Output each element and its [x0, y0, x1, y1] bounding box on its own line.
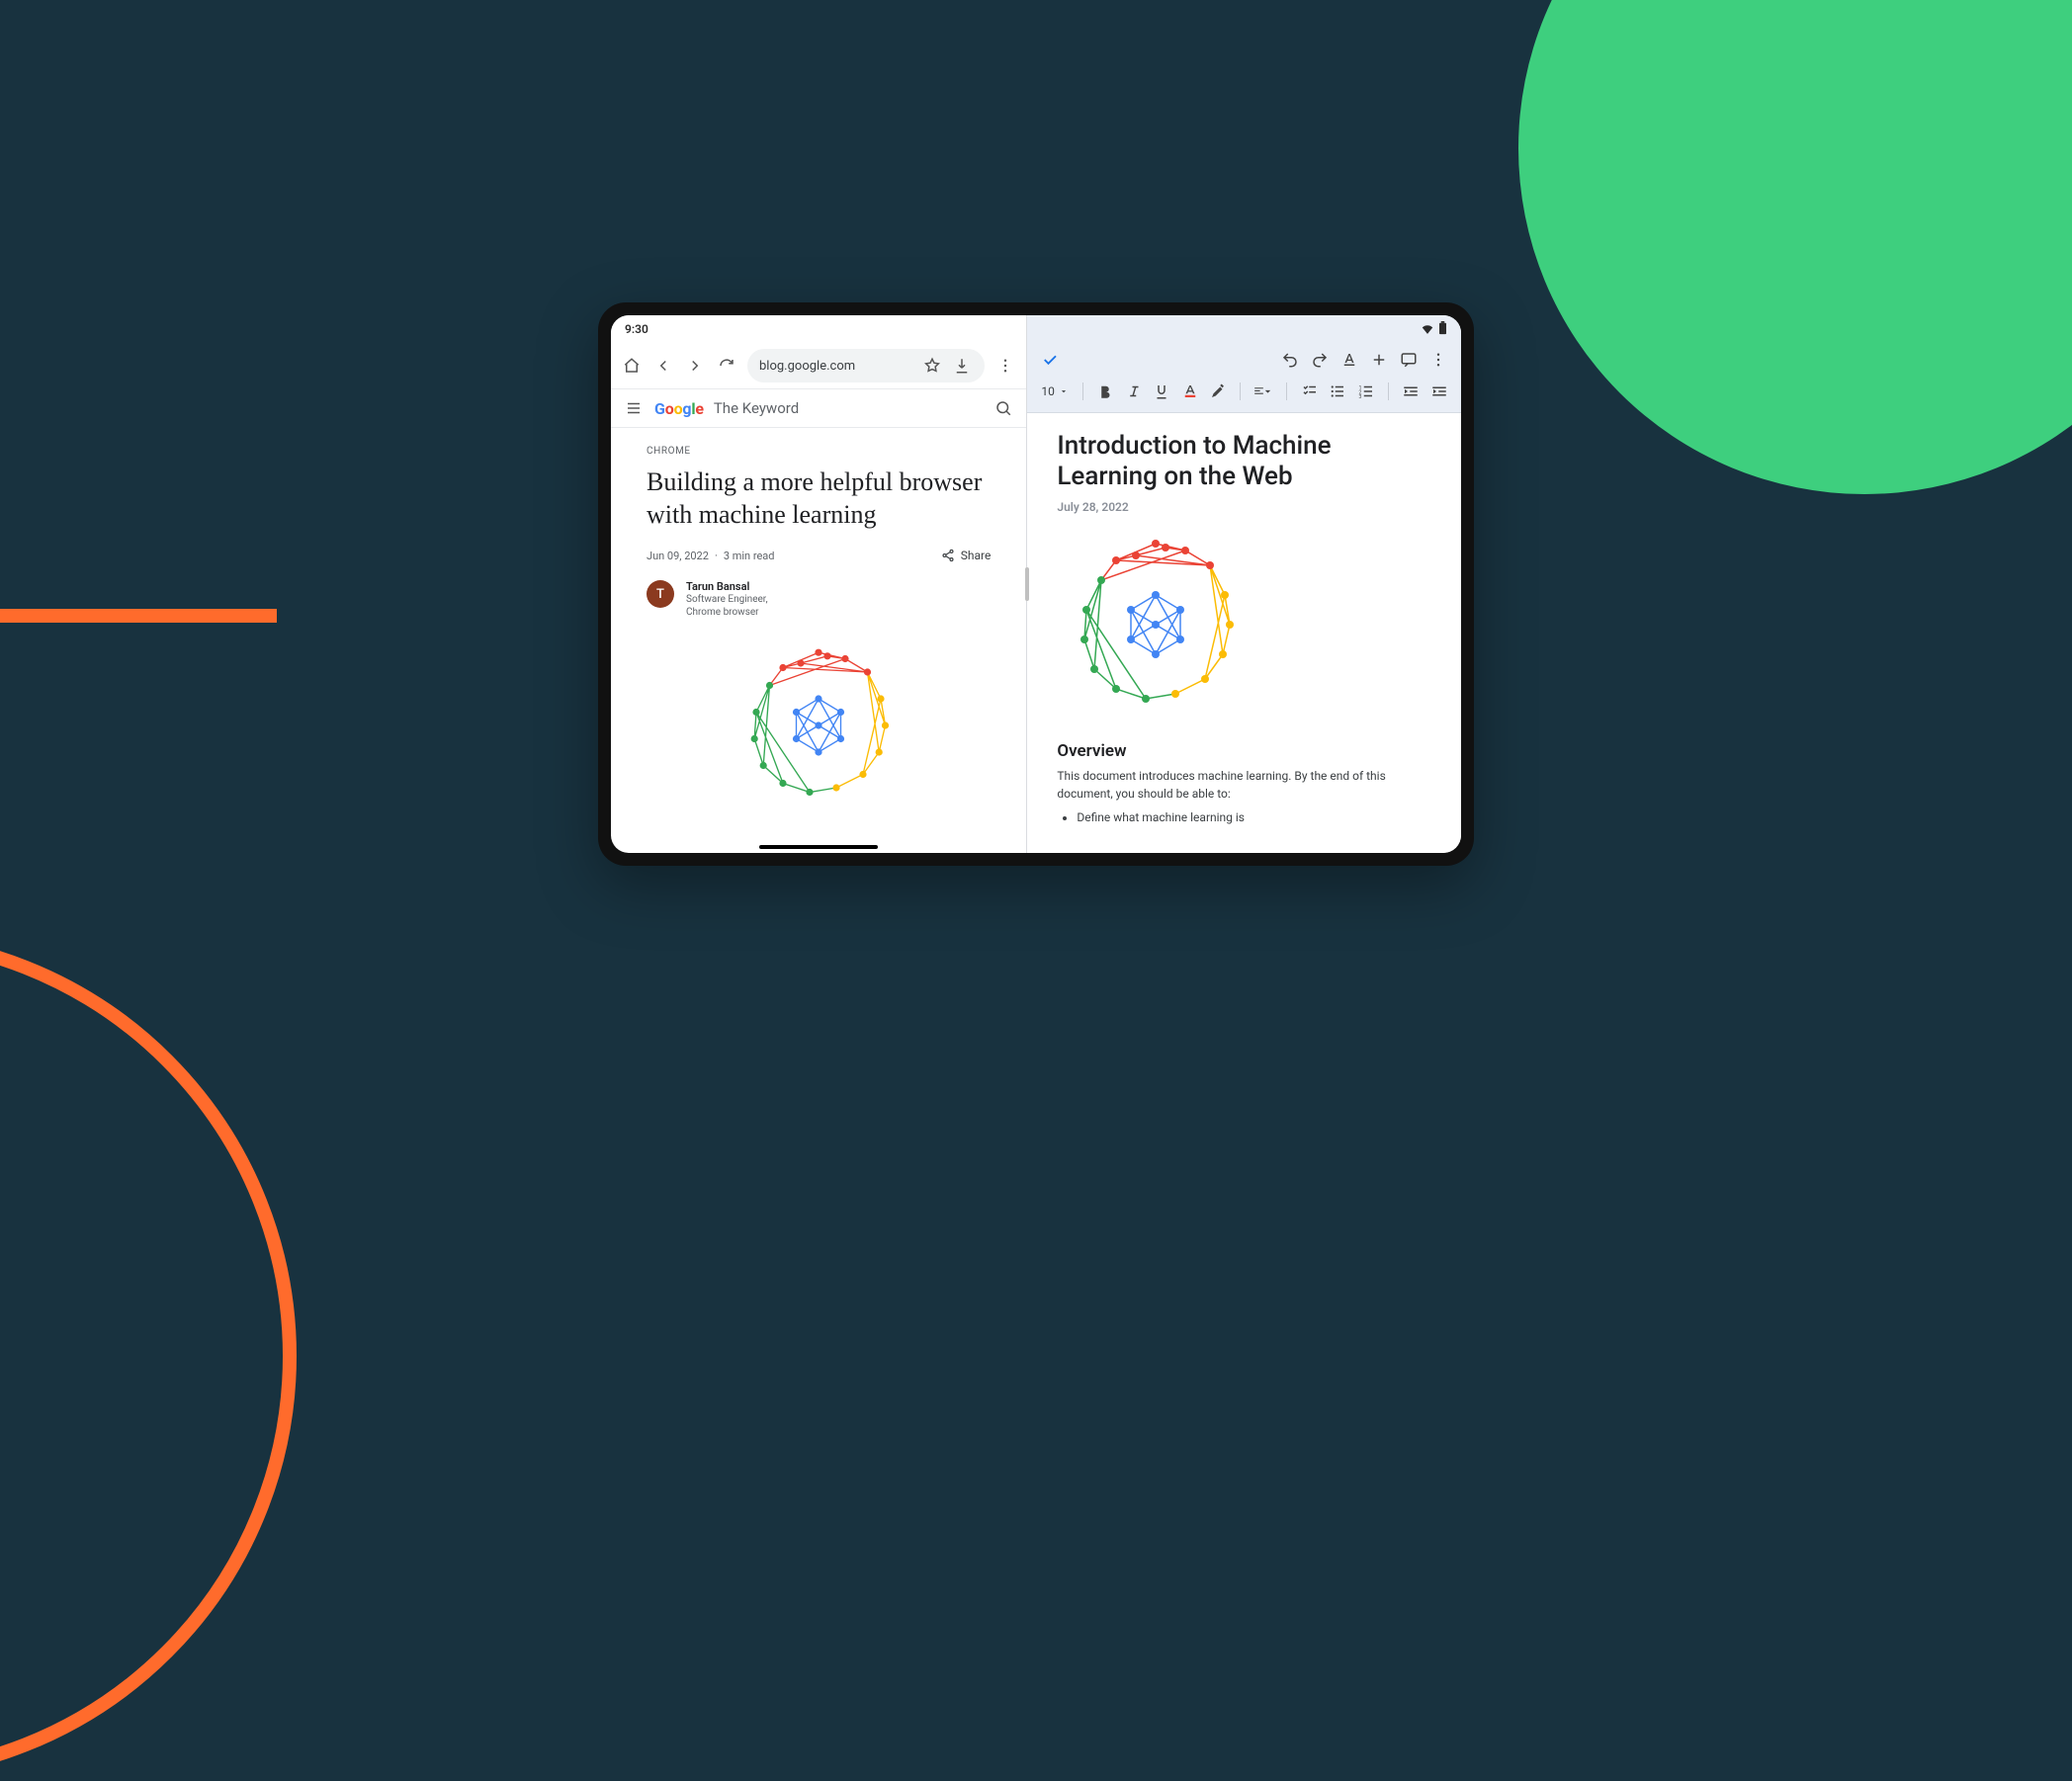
article-date: Jun 09, 2022 [647, 550, 709, 562]
numbered-list-icon[interactable]: 123 [1355, 381, 1376, 402]
doc-bullet-list: Define what machine learning is [1057, 810, 1431, 824]
docs-toolbar-primary [1027, 343, 1461, 377]
wifi-icon [1421, 322, 1434, 337]
author-role: Software Engineer, Chrome browser [686, 593, 805, 619]
bullet-list-icon[interactable] [1328, 381, 1348, 402]
bg-decor-orange-ring [0, 931, 297, 1781]
share-label: Share [961, 549, 992, 562]
doc-title: Introduction to Machine Learning on the … [1057, 431, 1431, 492]
status-bar-right [1027, 315, 1461, 343]
docs-toolbar-formatting: 10 123 [1027, 377, 1461, 413]
menu-icon[interactable] [623, 397, 645, 419]
url-text: blog.google.com [759, 359, 855, 374]
back-icon[interactable] [652, 355, 674, 377]
bg-decor-green-circle [1518, 0, 2072, 494]
svg-text:3: 3 [1358, 394, 1361, 400]
indent-icon[interactable] [1428, 381, 1449, 402]
chrome-toolbar: blog.google.com [611, 343, 1026, 388]
tablet-frame: 9:30 blog.google.com [598, 302, 1474, 866]
bold-icon[interactable] [1095, 381, 1116, 402]
font-size-selector[interactable]: 10 [1039, 384, 1071, 398]
article-meta: Jun 09, 2022 · 3 min read Share [647, 549, 991, 562]
underline-icon[interactable] [1152, 381, 1172, 402]
status-bar-left: 9:30 [611, 315, 1026, 343]
overflow-menu-icon[interactable] [994, 355, 1016, 377]
star-icon[interactable] [921, 355, 943, 377]
doc-date: July 28, 2022 [1057, 500, 1431, 514]
author-block: T Tarun Bansal Software Engineer, Chrome… [647, 580, 991, 619]
article-readtime: 3 min read [724, 550, 775, 562]
italic-icon[interactable] [1123, 381, 1144, 402]
author-name: Tarun Bansal [686, 580, 805, 593]
comment-icon[interactable] [1398, 349, 1420, 371]
text-format-icon[interactable] [1338, 349, 1360, 371]
redo-icon[interactable] [1309, 349, 1331, 371]
split-drag-handle[interactable] [1025, 567, 1029, 601]
pane-docs: 10 123 Introduction to [1027, 315, 1461, 853]
avatar: T [647, 580, 674, 608]
article-category: CHROME [647, 446, 991, 457]
font-size-value: 10 [1041, 384, 1055, 398]
share-button[interactable]: Share [941, 549, 992, 562]
google-logo: Google [654, 399, 704, 418]
battery-icon [1438, 321, 1447, 338]
list-item: Define what machine learning is [1077, 810, 1431, 824]
article-hero-image [647, 636, 991, 814]
status-time: 9:30 [625, 322, 648, 336]
tablet-screen: 9:30 blog.google.com [611, 315, 1461, 853]
reload-icon[interactable] [716, 355, 737, 377]
insert-icon[interactable] [1368, 349, 1390, 371]
pane-chrome: 9:30 blog.google.com [611, 315, 1027, 853]
undo-icon[interactable] [1279, 349, 1301, 371]
outdent-icon[interactable] [1401, 381, 1422, 402]
download-icon[interactable] [951, 355, 973, 377]
doc-intro-paragraph: This document introduces machine learnin… [1057, 767, 1431, 803]
doc-heading-overview: Overview [1057, 741, 1431, 761]
done-check-icon[interactable] [1039, 349, 1061, 371]
nav-handle[interactable] [759, 845, 878, 849]
article-title: Building a more helpful browser with mac… [647, 466, 991, 531]
checklist-icon[interactable] [1299, 381, 1320, 402]
highlight-icon[interactable] [1208, 381, 1229, 402]
overflow-menu-icon[interactable] [1427, 349, 1449, 371]
document-body[interactable]: Introduction to Machine Learning on the … [1027, 413, 1461, 853]
bg-decor-orange-line [0, 609, 277, 623]
home-icon[interactable] [621, 355, 643, 377]
blog-header: Google The Keyword [611, 388, 1026, 428]
site-name: The Keyword [714, 399, 799, 417]
search-icon[interactable] [993, 397, 1014, 419]
align-icon[interactable] [1252, 381, 1274, 402]
article-body: CHROME Building a more helpful browser w… [611, 428, 1026, 814]
address-bar[interactable]: blog.google.com [747, 349, 985, 382]
forward-icon[interactable] [684, 355, 706, 377]
text-color-icon[interactable] [1179, 381, 1200, 402]
doc-hero-image [1057, 526, 1431, 727]
